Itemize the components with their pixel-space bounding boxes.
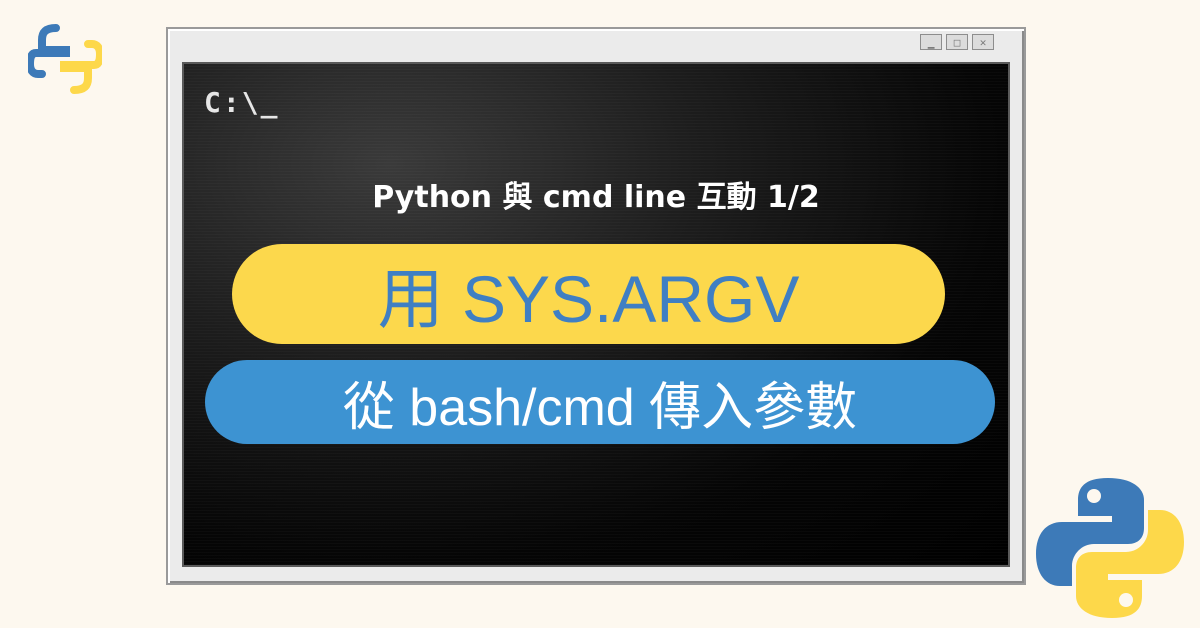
maximize-icon[interactable]: □ — [946, 34, 968, 50]
subtitle-text: Python 與 cmd line 互動 1/2 — [372, 180, 820, 215]
window-controls: ▁ □ ✕ — [920, 34, 994, 50]
sub-title: 從 bash/cmd 傳入參數 — [342, 378, 858, 437]
minimize-icon[interactable]: ▁ — [920, 34, 942, 50]
sub-title-pill: 從 bash/cmd 傳入參數 — [205, 360, 995, 444]
command-prompt: C:\_ — [204, 86, 280, 119]
close-icon[interactable]: ✕ — [972, 34, 994, 50]
python-logo-small-icon — [28, 24, 102, 94]
python-logo-large-icon — [1036, 478, 1184, 618]
main-title-pill: 用 SYS.ARGV — [232, 244, 945, 344]
main-title: 用 SYS.ARGV — [377, 262, 800, 336]
